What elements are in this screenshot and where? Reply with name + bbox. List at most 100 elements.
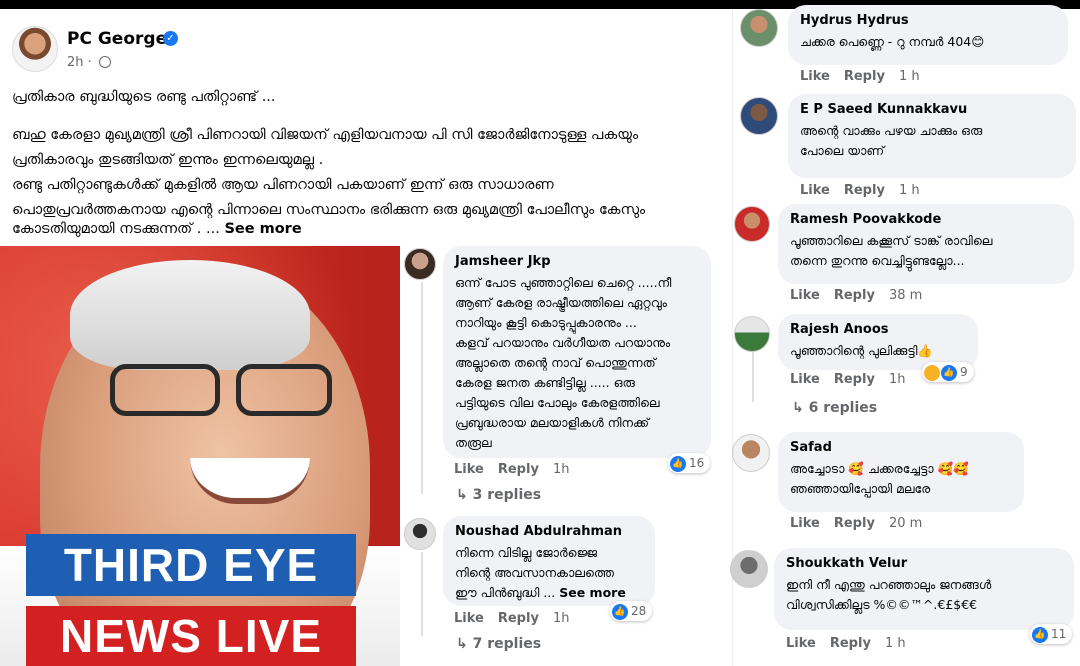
like-reaction-icon: 👍 xyxy=(1032,626,1048,643)
commenter-name[interactable]: Rajesh Anoos xyxy=(790,322,966,337)
comment-actions: Like Reply 1 h xyxy=(800,69,934,84)
author-avatar[interactable] xyxy=(12,26,58,72)
reaction-number: 16 xyxy=(689,456,705,470)
watermark-badge-bottom: NEWS LIVE xyxy=(26,606,356,666)
comment-actions: Like Reply 1h xyxy=(790,372,919,387)
comment-text: ഈ പിൻബുദ്ധി ... xyxy=(455,585,556,600)
commenter-name[interactable]: Shoukkath Velur xyxy=(786,556,1062,571)
like-button[interactable]: Like xyxy=(790,372,820,387)
comment-text: വിശ്വസിക്കില്ലട %©©™^.€£$€€ xyxy=(786,597,978,612)
commenter-avatar[interactable] xyxy=(404,518,436,550)
commenter-avatar[interactable] xyxy=(734,206,770,242)
comment-text: അന്റെ വാക്കും പഴയ ചാക്കും ഒരു xyxy=(800,123,983,138)
comment-text: പൂഞ്ഞാറിന്റെ പുലിക്കുട്ടി👍 xyxy=(790,343,933,358)
post-text-line: ബഹു കേരളാ മുഖ്യമന്ത്രി ശ്രീ പിണറായി വിജയ… xyxy=(12,127,639,143)
reply-button[interactable]: Reply xyxy=(830,636,871,651)
reaction-count[interactable]: 👍 9 xyxy=(922,362,974,382)
like-reaction-icon: 👍 xyxy=(941,364,957,381)
comment-bubble: E P Saeed Kunnakkavu അന്റെ വാക്കും പഴയ ച… xyxy=(788,94,1076,178)
post-text-line: പ്രതികാര ബുദ്ധിയുടെ രണ്ടു പതിറ്റാണ്ട് ..… xyxy=(12,89,276,105)
comment-text-last-line: ഈ പിൻബുദ്ധി ... See more xyxy=(455,583,643,603)
like-reaction-icon: 👍 xyxy=(670,455,686,472)
view-replies-link[interactable]: ↳ 3 replies xyxy=(456,487,541,503)
comment-text: ആണ് കേരള രാഷ്ട്രീയത്തിലെ ഏറ്റവും xyxy=(455,295,667,310)
verified-badge-icon: ✓ xyxy=(163,31,178,46)
reaction-count[interactable]: 👍 11 xyxy=(1030,624,1073,644)
author-name[interactable]: PC George xyxy=(67,29,167,49)
like-reaction-icon: 👍 xyxy=(612,603,628,620)
comment-time: 20 m xyxy=(888,516,923,531)
reply-button[interactable]: Reply xyxy=(844,69,885,84)
post-photo[interactable] xyxy=(0,246,400,666)
commenter-name[interactable]: Ramesh Poovakkode xyxy=(790,212,1062,227)
thread-line xyxy=(421,552,423,636)
globe-icon xyxy=(99,56,111,68)
reaction-number: 11 xyxy=(1051,627,1067,641)
commenter-name[interactable]: Hydrus Hydrus xyxy=(800,13,1056,28)
comment-text: നിന്നെ വിടില്ല ജോർജ്ജെ xyxy=(455,545,598,560)
comment-text: ചക്കര പെണ്ണെ - റു നമ്പർ 404😊 xyxy=(800,34,985,49)
reply-button[interactable]: Reply xyxy=(844,183,885,198)
post-text-line: കോടതിയുമായി നടക്കുന്നത് . ... xyxy=(12,221,220,237)
comment-text: തരൂല xyxy=(455,435,492,450)
comment-actions: Like Reply 1 h xyxy=(786,636,920,651)
commenter-avatar[interactable] xyxy=(730,550,768,588)
commenter-name[interactable]: Safad xyxy=(790,440,1012,455)
commenter-name[interactable]: Noushad Abdulrahman xyxy=(455,524,643,539)
like-button[interactable]: Like xyxy=(454,462,484,477)
commenter-avatar[interactable] xyxy=(734,316,770,352)
view-replies-link[interactable]: ↳ 6 replies xyxy=(792,400,877,416)
commenter-avatar[interactable] xyxy=(740,97,778,135)
commenter-avatar[interactable] xyxy=(740,9,778,47)
comment-time: 1h xyxy=(552,611,570,626)
commenter-avatar[interactable] xyxy=(732,434,770,472)
commenter-avatar[interactable] xyxy=(404,248,436,280)
comment-bubble: Noushad Abdulrahman നിന്നെ വിടില്ല ജോർജ്… xyxy=(443,516,655,606)
thread-line xyxy=(421,282,423,494)
comment-bubble: Shoukkath Velur ഇനി നീ എന്തു പറഞ്ഞാലും ജ… xyxy=(774,548,1074,630)
reply-button[interactable]: Reply xyxy=(834,288,875,303)
like-button[interactable]: Like xyxy=(800,69,830,84)
comment-bubble: Safad അച്ചോടാ 🥰 ചക്കരച്ചേട്ടാ 🥰🥰 ഞഞ്ഞായി… xyxy=(778,432,1024,512)
reply-button[interactable]: Reply xyxy=(498,462,539,477)
comment-time: 1 h xyxy=(898,69,920,84)
comment-text: പൂഞ്ഞാറിലെ കക്കൂസ് ടാങ്ക് രാവിലെ xyxy=(790,233,993,248)
see-more-link[interactable]: See more xyxy=(559,585,626,600)
see-more-link[interactable]: See more xyxy=(224,221,301,237)
comment-text: ഒന്ന് പോട പുഞ്ഞാറ്റിലെ ചെറ്റെ .....നീ xyxy=(455,275,672,290)
comment-actions: Like Reply 1 h xyxy=(800,183,934,198)
post-text-line: രണ്ടു പതിറ്റാണ്ടുകൾക്ക് മുകളിൽ ആയ പിണറായ… xyxy=(12,177,554,193)
comment-text: പോലെ യാണ് xyxy=(800,143,885,158)
photo-glasses-left xyxy=(110,364,220,416)
comment-text: കേരള ജനത കണ്ടിട്ടില്ല ..... ഒരു xyxy=(455,375,635,390)
comment-text: ഞഞ്ഞായിപ്പോയി മലരേ xyxy=(790,481,931,496)
comment-bubble: Jamsheer Jkp ഒന്ന് പോട പുഞ്ഞാറ്റിലെ ചെറ്… xyxy=(443,246,711,458)
commenter-name[interactable]: E P Saeed Kunnakkavu xyxy=(800,102,1064,117)
like-button[interactable]: Like xyxy=(800,183,830,198)
comment-actions: Like Reply 20 m xyxy=(790,516,936,531)
like-button[interactable]: Like xyxy=(786,636,816,651)
reaction-count[interactable]: 👍 16 xyxy=(668,453,711,473)
reaction-number: 9 xyxy=(960,365,968,379)
thread-line xyxy=(752,350,754,402)
comment-text: അല്ലാതെ തന്റെ നാവ് പൊന്തുന്നത് xyxy=(455,355,656,370)
view-replies-link[interactable]: ↳ 7 replies xyxy=(456,636,541,652)
comment-time: 1 h xyxy=(898,183,920,198)
comment-bubble: Ramesh Poovakkode പൂഞ്ഞാറിലെ കക്കൂസ് ടാങ… xyxy=(778,204,1074,284)
post-timestamp[interactable]: 2h · xyxy=(67,55,92,70)
commenter-name[interactable]: Jamsheer Jkp xyxy=(455,254,699,269)
photo-glasses-right xyxy=(236,364,332,416)
post-text-line: പ്രതികാരവും തുടങ്ങിയത് ഇന്നും ഇന്നലെയുമല… xyxy=(12,152,324,168)
reply-button[interactable]: Reply xyxy=(834,372,875,387)
like-button[interactable]: Like xyxy=(790,288,820,303)
reply-button[interactable]: Reply xyxy=(498,611,539,626)
like-button[interactable]: Like xyxy=(790,516,820,531)
reaction-count[interactable]: 👍 28 xyxy=(610,601,653,621)
post-card: PC George ✓ 2h · പ്രതികാര ബുദ്ധിയുടെ രണ്… xyxy=(0,9,730,245)
reply-button[interactable]: Reply xyxy=(834,516,875,531)
comment-text: നാറിയും കൂട്ടി കൊടുപ്പുകാരനും ... xyxy=(455,315,637,330)
comment-text: ഇനി നീ എന്തു പറഞ്ഞാലും ജനങ്ങൾ xyxy=(786,577,992,592)
comment-text: അച്ചോടാ 🥰 ചക്കരച്ചേട്ടാ 🥰🥰 xyxy=(790,461,969,476)
like-button[interactable]: Like xyxy=(454,611,484,626)
reaction-number: 28 xyxy=(631,604,647,618)
